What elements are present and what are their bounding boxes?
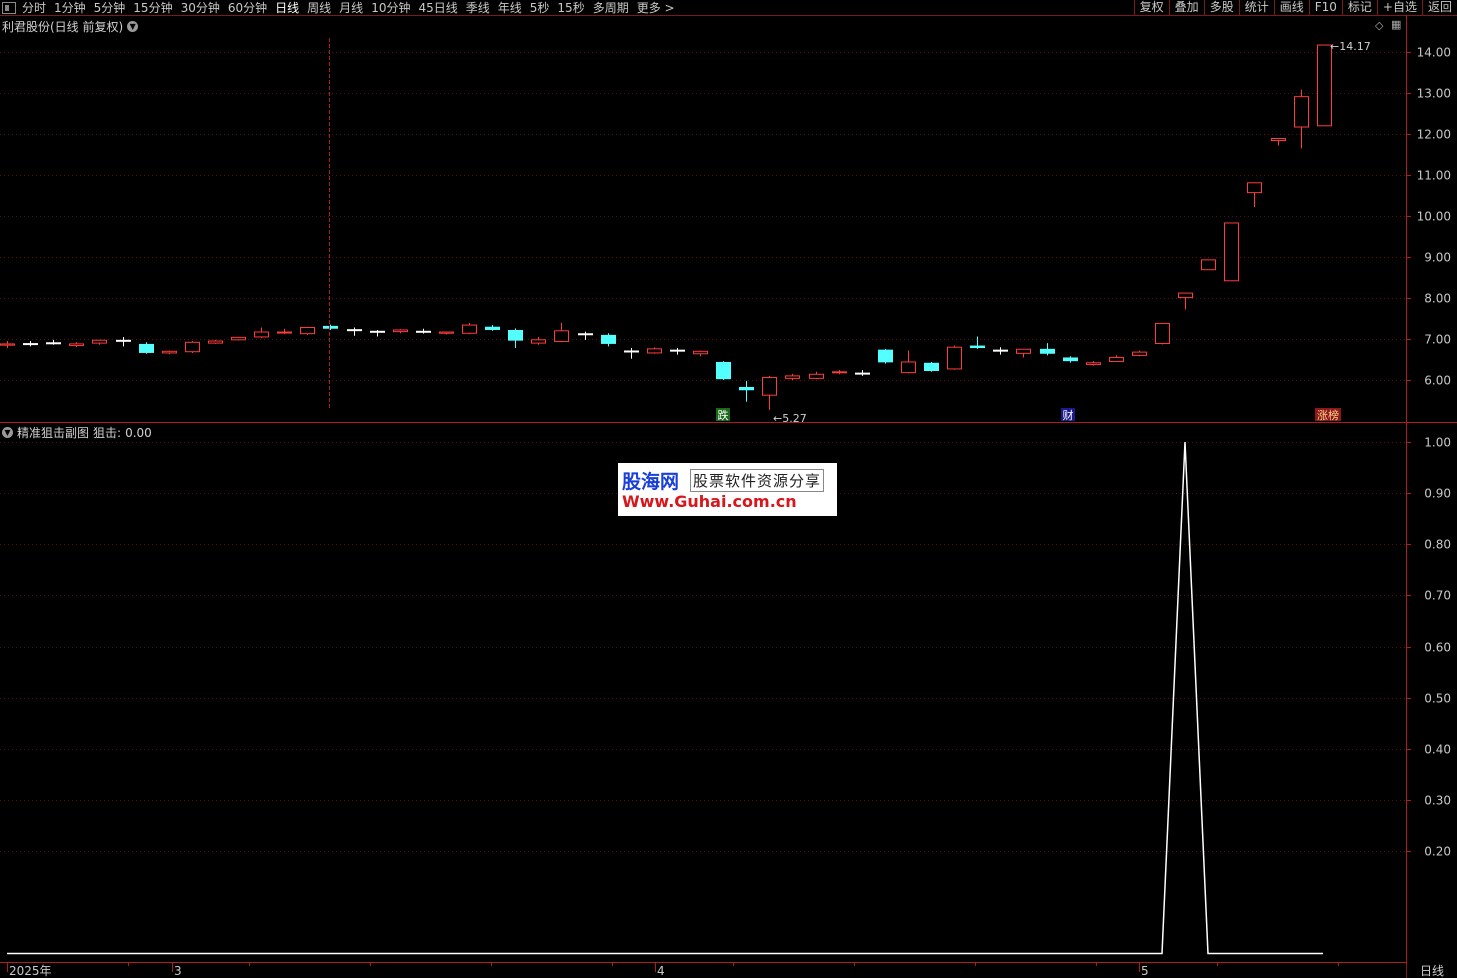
candle-body bbox=[531, 339, 546, 344]
x-axis: 2025年 3 4 5 bbox=[7, 962, 1339, 978]
candle-body bbox=[762, 377, 777, 396]
candle-body bbox=[1086, 362, 1101, 365]
candle-body bbox=[185, 341, 200, 353]
main-y-axis: 6.00 7.00 8.00 9.00 10.00 11.00 12.00 13.00 14.0… bbox=[1406, 46, 1451, 388]
candle-body bbox=[1201, 259, 1216, 271]
candle-body bbox=[1063, 357, 1078, 362]
candle-body bbox=[1109, 356, 1124, 363]
candles bbox=[0, 44, 1332, 410]
candle-body bbox=[462, 324, 477, 334]
main-y-tick-label: 13.00 bbox=[1417, 87, 1451, 101]
main-y-tick-label: 14.00 bbox=[1417, 46, 1451, 60]
x-tick-label: 4 bbox=[657, 964, 665, 978]
main-y-tick-label: 10.00 bbox=[1417, 210, 1451, 224]
sub-y-tick-label: 0.90 bbox=[1424, 487, 1451, 501]
watermark-tagline: 股票软件资源分享 bbox=[690, 469, 825, 492]
candle-body bbox=[739, 386, 754, 391]
candle-body bbox=[647, 348, 662, 354]
main-y-tick-label: 8.00 bbox=[1424, 292, 1451, 306]
candle-body bbox=[162, 350, 177, 354]
sub-series-line bbox=[7, 441, 1323, 955]
candle-body bbox=[693, 350, 708, 355]
candle-body bbox=[231, 336, 246, 341]
candle-body bbox=[23, 343, 38, 346]
candle-body bbox=[139, 343, 154, 353]
candle-body bbox=[1016, 348, 1031, 354]
main-y-tick-label: 6.00 bbox=[1424, 374, 1451, 388]
candle-body bbox=[508, 329, 523, 341]
candle-body bbox=[0, 343, 15, 346]
candle-body bbox=[901, 361, 916, 374]
candle-body bbox=[277, 331, 292, 334]
candle-body bbox=[554, 330, 569, 342]
event-marker: 涨榜 bbox=[1317, 408, 1339, 422]
candle-body bbox=[439, 331, 454, 334]
candle-body bbox=[878, 349, 893, 363]
main-y-tick-label: 11.00 bbox=[1417, 169, 1451, 183]
watermark-url: Www.Guhai.com.cn bbox=[622, 492, 797, 511]
x-tick-label: 2025年 bbox=[9, 964, 52, 978]
candle-body bbox=[993, 349, 1008, 352]
main-y-tick-label: 9.00 bbox=[1424, 251, 1451, 265]
candle-body bbox=[370, 330, 385, 333]
candle-body bbox=[924, 362, 939, 371]
candle-body bbox=[1155, 322, 1170, 345]
candle-body bbox=[1178, 292, 1193, 299]
candle-body bbox=[116, 339, 131, 342]
candle-body bbox=[300, 327, 315, 335]
candle-body bbox=[208, 340, 223, 344]
candle-body bbox=[69, 343, 84, 347]
candle-body bbox=[254, 331, 269, 338]
sub-y-tick-label: 0.20 bbox=[1424, 845, 1451, 859]
candle-body bbox=[485, 326, 500, 330]
event-marker: 跌 bbox=[718, 408, 729, 422]
sub-y-tick-label: 0.80 bbox=[1424, 538, 1451, 552]
candle-body bbox=[970, 345, 985, 349]
sub-line bbox=[7, 441, 1323, 955]
candle-body bbox=[1294, 96, 1309, 128]
sub-y-tick-label: 0.70 bbox=[1424, 589, 1451, 603]
sub-y-axis: 0.20 0.30 0.40 0.50 0.60 0.70 0.80 0.90 1.00 bbox=[1406, 436, 1451, 859]
sub-y-tick-label: 0.60 bbox=[1424, 641, 1451, 655]
sub-y-tick-label: 1.00 bbox=[1424, 436, 1451, 450]
candle-body bbox=[832, 371, 847, 374]
low-price-label: ←5.27 bbox=[773, 412, 807, 425]
candle-body bbox=[1224, 222, 1239, 282]
candle-body bbox=[670, 349, 685, 352]
event-marker: 财 bbox=[1063, 408, 1074, 422]
candle-body bbox=[578, 333, 593, 336]
x-tick-label: 3 bbox=[174, 964, 182, 978]
x-tick-label: 5 bbox=[1141, 964, 1149, 978]
watermark-logo: 股海网 股票软件资源分享 Www.Guhai.com.cn bbox=[618, 463, 837, 516]
candle-body bbox=[624, 350, 639, 353]
candle-body bbox=[323, 325, 338, 329]
main-annotations: ←14.17 ←5.27 跌 财 涨榜 bbox=[329, 38, 1371, 425]
candle-body bbox=[785, 375, 800, 379]
candle-body bbox=[1247, 182, 1262, 194]
candle-body bbox=[393, 329, 408, 333]
candle-body bbox=[1271, 138, 1286, 142]
sub-y-tick-label: 0.30 bbox=[1424, 794, 1451, 808]
candle-body bbox=[416, 330, 431, 333]
candle-body bbox=[46, 342, 61, 345]
candle-body bbox=[1132, 351, 1147, 356]
main-grid bbox=[0, 52, 1406, 381]
period-indicator[interactable]: 日线 bbox=[1406, 964, 1457, 978]
candle-body bbox=[855, 372, 870, 375]
candle-body bbox=[347, 329, 362, 332]
candle-body bbox=[716, 361, 731, 380]
main-y-tick-label: 7.00 bbox=[1424, 333, 1451, 347]
candle-body bbox=[1040, 348, 1055, 354]
high-price-label: ←14.17 bbox=[1330, 40, 1371, 53]
candle-body bbox=[601, 334, 616, 344]
candle-body bbox=[809, 373, 824, 379]
candle-body bbox=[1317, 44, 1332, 127]
main-y-tick-label: 12.00 bbox=[1417, 128, 1451, 142]
candle-body bbox=[92, 339, 107, 344]
sub-y-tick-label: 0.40 bbox=[1424, 743, 1451, 757]
sub-y-tick-label: 0.50 bbox=[1424, 692, 1451, 706]
watermark-brand: 股海网 bbox=[622, 471, 680, 493]
candle-body bbox=[947, 346, 962, 370]
